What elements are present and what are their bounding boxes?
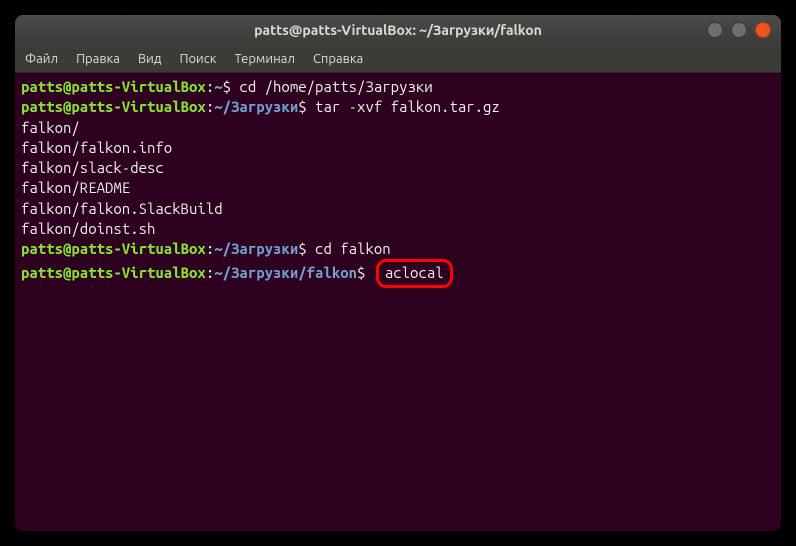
menu-help[interactable]: Справка	[313, 52, 363, 66]
prompt-sep: :	[206, 264, 214, 281]
prompt-dollar: $	[298, 98, 306, 115]
terminal-area[interactable]: patts@patts-VirtualBox:~$ cd /home/patts…	[15, 73, 781, 531]
terminal-line: patts@patts-VirtualBox:~/Загрузки/falkon…	[21, 259, 775, 287]
titlebar: patts@patts-VirtualBox: ~/Загрузки/falko…	[15, 15, 781, 45]
prompt-sep: :	[206, 98, 214, 115]
command-text: aclocal	[385, 264, 444, 281]
prompt-user: patts@patts-VirtualBox	[21, 98, 206, 115]
command-text: cd falkon	[307, 240, 391, 257]
close-icon[interactable]	[755, 22, 771, 38]
menu-terminal[interactable]: Терминал	[234, 52, 294, 66]
terminal-output: falkon/doinst.sh	[21, 219, 775, 239]
terminal-output: falkon/	[21, 118, 775, 138]
menubar: Файл Правка Вид Поиск Терминал Справка	[15, 45, 781, 73]
window-controls	[707, 22, 771, 38]
command-text: tar -xvf falkon.tar.gz	[307, 98, 500, 115]
menu-search[interactable]: Поиск	[179, 52, 216, 66]
terminal-line: patts@patts-VirtualBox:~$ cd /home/patts…	[21, 77, 775, 97]
prompt-dollar: $	[298, 240, 306, 257]
menu-view[interactable]: Вид	[138, 52, 162, 66]
prompt-path: ~/Загрузки/falkon	[214, 264, 357, 281]
terminal-output: falkon/falkon.SlackBuild	[21, 199, 775, 219]
terminal-output: falkon/README	[21, 178, 775, 198]
prompt-user: patts@patts-VirtualBox	[21, 240, 206, 257]
minimize-icon[interactable]	[707, 22, 723, 38]
terminal-line: patts@patts-VirtualBox:~/Загрузки$ cd fa…	[21, 239, 775, 259]
terminal-line: patts@patts-VirtualBox:~/Загрузки$ tar -…	[21, 97, 775, 117]
prompt-dollar: $	[223, 78, 231, 95]
maximize-icon[interactable]	[731, 22, 747, 38]
terminal-window: patts@patts-VirtualBox: ~/Загрузки/falko…	[15, 15, 781, 531]
prompt-user: patts@patts-VirtualBox	[21, 264, 206, 281]
terminal-output: falkon/slack-desc	[21, 158, 775, 178]
prompt-sep: :	[206, 78, 214, 95]
highlighted-command: aclocal	[376, 259, 453, 287]
prompt-sep: :	[206, 240, 214, 257]
prompt-dollar: $	[357, 264, 365, 281]
window-title: patts@patts-VirtualBox: ~/Загрузки/falko…	[254, 22, 542, 38]
prompt-path: ~/Загрузки	[214, 98, 298, 115]
command-text: cd /home/patts/Загрузки	[231, 78, 433, 95]
prompt-path: ~	[214, 78, 222, 95]
menu-edit[interactable]: Правка	[76, 52, 120, 66]
prompt-path: ~/Загрузки	[214, 240, 298, 257]
menu-file[interactable]: Файл	[25, 52, 58, 66]
prompt-user: patts@patts-VirtualBox	[21, 78, 206, 95]
terminal-output: falkon/falkon.info	[21, 138, 775, 158]
